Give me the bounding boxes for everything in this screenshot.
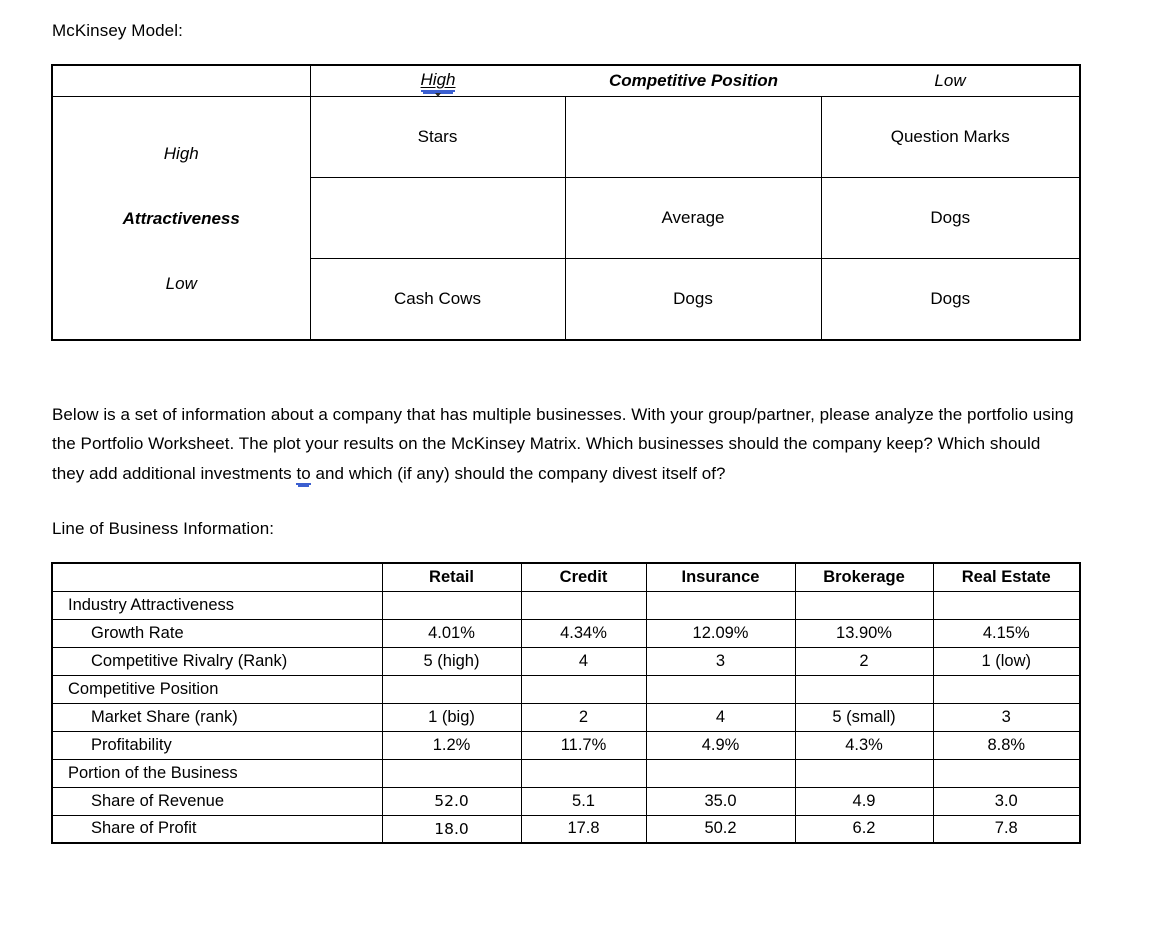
lob-cell [932,758,1081,788]
lob-cell: 5 (small) [794,702,934,732]
lob-cell: 4.15% [932,618,1081,648]
table-row: Share of Profit 18.0 17.8 50.2 6.2 7.8 [51,814,1081,844]
matrix-cell [564,96,822,178]
page-title: McKinsey Model: [52,21,183,40]
lob-row-label: Growth Rate [51,618,383,648]
matrix-cell: Dogs [820,177,1081,259]
lob-cell: 5.1 [520,786,647,816]
document-page: McKinsey Model: High Competitive Positio… [0,0,1156,948]
lob-cell [794,758,934,788]
matrix-cell [309,177,566,259]
lob-cell: 7.8 [932,814,1081,844]
table-row: Competitive Rivalry (Rank) 5 (high) 4 3 … [51,646,1081,676]
lob-cell [520,590,647,620]
lob-cell: 2 [794,646,934,676]
lob-cell: 50.2 [645,814,796,844]
lob-row-label: Competitive Position [51,674,383,704]
flagged-word-to: to [296,463,311,485]
line-of-business-table: Retail Credit Insurance Brokerage Real E… [51,562,1081,844]
lob-cell: 13.90% [794,618,934,648]
lob-cell: 52.0 [381,786,522,816]
lob-row-label: Portion of the Business [51,758,383,788]
matrix-row-high: High Attractiveness Low Stars Question M… [51,96,1081,341]
lob-row-label: Market Share (rank) [51,702,383,732]
lob-cell: 4.9 [794,786,934,816]
table-row: Share of Revenue 52.0 5.1 35.0 4.9 3.0 [51,786,1081,816]
matrix-attractiveness-axis: High Attractiveness Low [51,96,311,341]
lob-header-blank [51,562,383,592]
lob-cell: 3 [645,646,796,676]
table-row: Profitability 1.2% 11.7% 4.9% 4.3% 8.8% [51,730,1081,760]
lob-cell: 35.0 [645,786,796,816]
lob-cell [932,674,1081,704]
table-row: Market Share (rank) 1 (big) 2 4 5 (small… [51,702,1081,732]
lob-row-label: Profitability [51,730,383,760]
lob-row-label: Competitive Rivalry (Rank) [51,646,383,676]
lob-cell [381,674,522,704]
lob-cell [520,674,647,704]
matrix-cell: Cash Cows [309,258,566,341]
lob-cell: 4.01% [381,618,522,648]
matrix-header-corner [51,64,311,97]
lob-cell: 17.8 [520,814,647,844]
axis-label-low: Low [165,273,197,293]
table-row: Growth Rate 4.01% 4.34% 12.09% 13.90% 4.… [51,618,1081,648]
lob-header-retail: Retail [381,562,522,592]
lob-cell: 12.09% [645,618,796,648]
lob-header-credit: Credit [520,562,647,592]
lob-cell: 8.8% [932,730,1081,760]
lob-cell: 18.0 [381,814,522,844]
lob-cell: 4.3% [794,730,934,760]
lob-row-label: Share of Profit [51,814,383,844]
matrix-header-axis-labels: High Competitive Position Low [309,64,1081,97]
lob-cell [645,590,796,620]
lob-cell [520,758,647,788]
lob-cell [794,674,934,704]
lob-cell: 4 [645,702,796,732]
table-row: Industry Attractiveness [51,590,1081,620]
lob-cell [381,590,522,620]
lob-cell: 11.7% [520,730,647,760]
lob-cell: 4 [520,646,647,676]
lob-cell [794,590,934,620]
lob-cell: 2 [520,702,647,732]
matrix-cell: Question Marks [820,96,1081,178]
lob-cell [381,758,522,788]
matrix-cell: Dogs [820,258,1081,341]
lob-cell: 4.34% [520,618,647,648]
instructions-paragraph: Below is a set of information about a co… [52,400,1074,488]
matrix-header-row: High Competitive Position Low [51,64,1081,97]
matrix-cell: Dogs [564,258,822,341]
lob-cell: 3.0 [932,786,1081,816]
instructions-text-part2: and which (if any) should the company di… [310,463,726,483]
lob-cell: 6.2 [794,814,934,844]
matrix-header-low-label: Low [934,71,966,90]
axis-label-high: High [163,144,199,164]
lob-cell [932,590,1081,620]
table-row: Competitive Position [51,674,1081,704]
mckinsey-matrix-table: High Competitive Position Low High Attra… [51,64,1081,341]
lob-cell: 1.2% [381,730,522,760]
table-row: Portion of the Business [51,758,1081,788]
matrix-header-competitive-position-label: Competitive Position [608,71,779,90]
lob-cell: 5 (high) [381,646,522,676]
matrix-header-high-label: High [420,70,456,97]
lob-header-row: Retail Credit Insurance Brokerage Real E… [51,562,1081,592]
matrix-cell: Stars [309,96,566,178]
lob-cell: 4.9% [645,730,796,760]
lob-cell [645,758,796,788]
lob-header-insurance: Insurance [645,562,796,592]
line-of-business-heading: Line of Business Information: [52,519,275,538]
lob-cell [645,674,796,704]
lob-cell: 3 [932,702,1081,732]
lob-cell: 1 (big) [381,702,522,732]
lob-header-real-estate: Real Estate [932,562,1081,592]
matrix-cell: Average [564,177,822,259]
lob-row-label: Share of Revenue [51,786,383,816]
axis-label-attractiveness: Attractiveness [122,208,240,228]
lob-row-label: Industry Attractiveness [51,590,383,620]
lob-header-brokerage: Brokerage [794,562,934,592]
lob-cell: 1 (low) [932,646,1081,676]
